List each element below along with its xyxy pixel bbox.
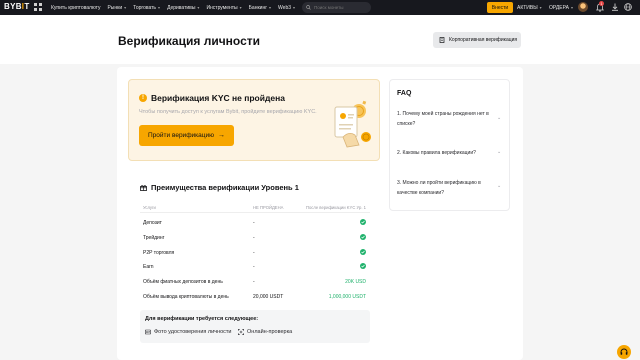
chevron-down-icon: ▾ <box>539 5 542 10</box>
scan-icon <box>238 329 244 335</box>
current-value: 20,000 USDT <box>253 294 284 300</box>
service-name: Трейдинг <box>143 235 165 241</box>
building-icon <box>439 37 445 43</box>
service-name: Объём фиатных депозитов в день <box>143 279 223 285</box>
bybit-logo[interactable]: BYBIT <box>4 2 30 11</box>
benefits-title: Преимущества верификации Уровень 1 <box>151 183 299 192</box>
nav-item-buy-crypto[interactable]: Купить криптовалюту <box>51 5 100 11</box>
chevron-down-icon[interactable]: ⌄ <box>497 149 501 155</box>
faq-title: FAQ <box>397 90 412 97</box>
faq-question-line: качестве компании? <box>397 189 444 196</box>
id-card-icon <box>145 329 151 335</box>
nav-item-derivatives[interactable]: Деривативы ▾ <box>167 5 199 11</box>
column-header-service: Услуги <box>143 205 156 210</box>
page-header <box>0 15 640 64</box>
after-value: 1,000,000 USDT <box>328 294 366 300</box>
faq-item[interactable]: 1. Почему моей страны рождения нет в спис… <box>397 110 501 129</box>
nav-item-web3[interactable]: Web3 ▾ <box>278 5 295 11</box>
service-name: Депозит <box>143 220 162 226</box>
id-verification-illustration <box>334 100 371 148</box>
assets-menu[interactable]: АКТИВЫ ▾ <box>517 0 542 15</box>
requirement-item-id: Фото удостоверения личности <box>145 329 232 335</box>
requirements-box <box>140 310 370 343</box>
current-value: - <box>253 279 255 285</box>
check-icon <box>360 234 366 240</box>
notification-badge: 1 <box>599 1 604 6</box>
requirements-title: Для верификации требуется следующее: <box>145 316 259 322</box>
faq-item[interactable]: 2. Каковы правила верификации? <box>397 149 501 159</box>
support-chat-button[interactable] <box>617 345 631 359</box>
kyc-status-title: Верификация KYC не пройдена <box>151 93 285 103</box>
user-avatar[interactable] <box>578 2 588 12</box>
arrow-right-icon: → <box>218 132 225 139</box>
faq-question-line: 1. Почему моей страны рождения нет в <box>397 111 489 117</box>
kyc-description: Чтобы получить доступ к услугам Bybit, п… <box>139 109 317 115</box>
search-icon <box>306 5 311 10</box>
chevron-down-icon: ▾ <box>269 5 272 10</box>
nav-item-trade[interactable]: Торговать ▾ <box>133 5 160 11</box>
service-name: P2P торговля <box>143 250 175 256</box>
chevron-down-icon[interactable]: ⌄ <box>497 115 501 121</box>
kyc-title-row: ! Верификация KYC не пройдена <box>139 93 285 103</box>
faq-item[interactable]: 3. Можно ли пройти верификацию в качестве… <box>397 179 501 198</box>
current-value: - <box>253 250 255 256</box>
faq-question-line: списке? <box>397 120 416 127</box>
chevron-down-icon[interactable]: ⌄ <box>497 183 501 189</box>
chevron-down-icon: ▾ <box>239 5 242 10</box>
table-row: Earn - <box>140 259 370 273</box>
check-icon <box>360 263 366 269</box>
apps-grid-icon[interactable] <box>34 3 42 11</box>
column-header-current: НЕ ПРОЙДЕНА <box>253 205 284 210</box>
nav-item-banking[interactable]: Банкинг ▾ <box>249 5 271 11</box>
table-row: Депозит - <box>140 215 370 229</box>
table-row: Объём фиатных депозитов в день - 20K USD <box>140 274 370 288</box>
chevron-down-icon: ▾ <box>570 5 573 10</box>
corporate-verification-button[interactable]: Корпоративная верификация <box>433 32 521 48</box>
current-value: - <box>253 235 255 241</box>
download-icon[interactable] <box>611 3 619 11</box>
start-verification-button[interactable]: Пройти верификацию → <box>139 125 234 146</box>
chevron-down-icon: ▾ <box>197 5 200 10</box>
table-header: Услуги НЕ ПРОЙДЕНА После верификации KYC… <box>140 199 370 213</box>
globe-icon[interactable] <box>624 3 632 11</box>
headset-icon <box>620 348 628 355</box>
nav-item-tools[interactable]: Инструменты ▾ <box>206 5 241 11</box>
chevron-down-icon: ▾ <box>124 5 127 10</box>
chevron-down-icon: ▾ <box>293 5 296 10</box>
current-value: - <box>253 264 255 270</box>
check-icon <box>360 219 366 225</box>
warning-icon: ! <box>139 94 147 102</box>
table-row: Трейдинг - <box>140 230 370 244</box>
table-row: P2P торговля - <box>140 245 370 259</box>
top-navigation-bar: BYBIT Купить криптовалюту Рынки ▾ Торгова… <box>0 0 640 15</box>
search-input[interactable] <box>314 5 369 10</box>
table-row: Объём вывода криптовалюты в день 20,000 … <box>140 289 370 303</box>
check-icon <box>360 249 366 255</box>
after-value: 20K USD <box>345 279 366 285</box>
page-title: Верификация личности <box>118 34 261 48</box>
requirement-item-online-check: Онлайн-проверка <box>238 329 292 335</box>
deposit-button[interactable]: Внести <box>487 2 513 13</box>
faq-question-line: 3. Можно ли пройти верификацию в <box>397 180 481 186</box>
chevron-down-icon: ▾ <box>158 5 161 10</box>
service-name: Earn <box>143 264 154 270</box>
service-name: Объём вывода криптовалюты в день <box>143 294 229 300</box>
gift-icon <box>140 185 147 191</box>
orders-menu[interactable]: ОРДЕРА ▾ <box>549 0 573 15</box>
nav-item-markets[interactable]: Рынки ▾ <box>107 5 126 11</box>
benefits-title-row: Преимущества верификации Уровень 1 <box>140 183 299 192</box>
search-bar[interactable] <box>302 2 371 13</box>
current-value: - <box>253 220 255 226</box>
main-nav-menu: Купить криптовалюту Рынки ▾ Торговать ▾ Де… <box>51 0 302 15</box>
column-header-after: После верификации KYC Ур. 1 <box>305 205 366 210</box>
faq-question-line: 2. Каковы правила верификации? <box>397 150 476 156</box>
